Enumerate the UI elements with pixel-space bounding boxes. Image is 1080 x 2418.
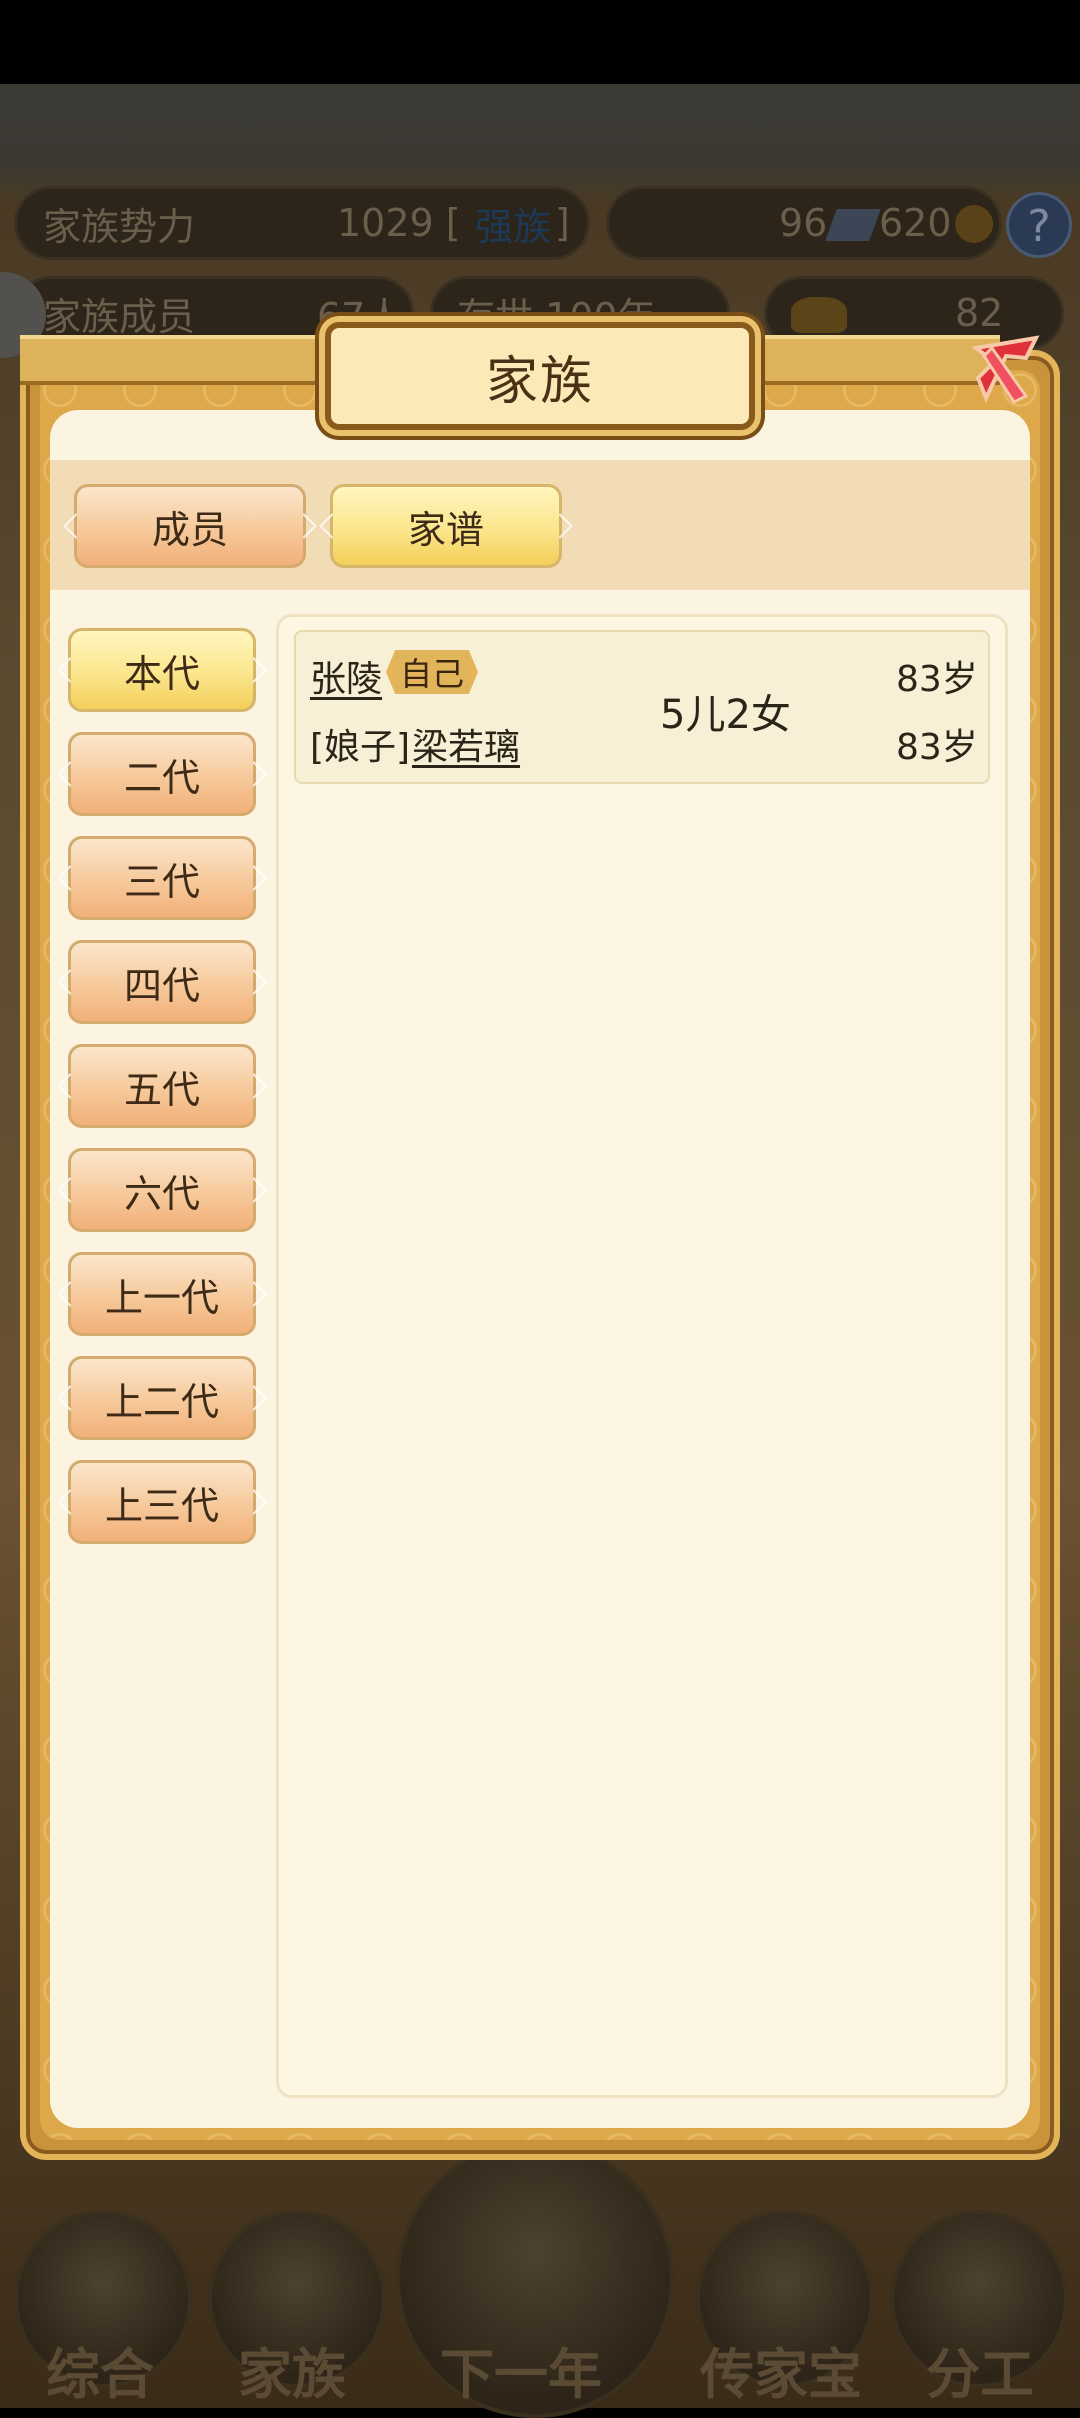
children-count: 5儿2女 <box>660 692 791 738</box>
coin-icon <box>955 205 993 243</box>
tab-members-label: 成员 <box>151 507 228 552</box>
tab-genealogy-label: 家谱 <box>407 507 484 552</box>
nav-division-label: 分工 <box>926 2342 1034 2406</box>
nav-family-label: 家族 <box>238 2342 346 2406</box>
currency-2-value: 620 <box>879 201 952 245</box>
generation-label: 六代 <box>123 1171 200 1216</box>
generation-label: 四代 <box>123 963 200 1008</box>
members-label: 家族成员 <box>43 294 196 339</box>
status-bar <box>0 0 1080 84</box>
nav-heirloom-label: 传家宝 <box>700 2342 862 2406</box>
generation-label: 二代 <box>123 755 200 800</box>
member-age: 83岁 <box>896 659 978 700</box>
family-power-close: ] <box>555 201 570 245</box>
generation-button-prev-3[interactable]: 上三代 <box>68 1460 256 1544</box>
tab-members[interactable]: 成员 <box>74 484 306 568</box>
family-power-value: 1029 [ <box>337 201 461 245</box>
spouse-prefix: [娘子] <box>310 727 411 768</box>
currency-1-value: 96 <box>779 201 828 245</box>
generation-button-6[interactable]: 六代 <box>68 1148 256 1232</box>
generation-label: 上一代 <box>104 1275 219 1320</box>
generation-button-4[interactable]: 四代 <box>68 940 256 1024</box>
silver-icon <box>825 209 881 241</box>
generation-button-prev-1[interactable]: 上一代 <box>68 1252 256 1336</box>
self-badge: 自己 <box>386 650 478 694</box>
dialog-title: 家族 <box>485 351 594 412</box>
generation-label: 五代 <box>123 1067 200 1112</box>
member-name-link[interactable]: 张陵 <box>310 650 382 702</box>
tab-genealogy[interactable]: 家谱 <box>330 484 562 568</box>
spouse-age: 83岁 <box>896 727 978 768</box>
generation-button-current[interactable]: 本代 <box>68 628 256 712</box>
generation-button-2[interactable]: 二代 <box>68 732 256 816</box>
generation-button-3[interactable]: 三代 <box>68 836 256 920</box>
self-badge-label: 自己 <box>399 655 464 693</box>
currency-panel: 96 620 <box>606 186 1002 260</box>
gold-ingot-icon <box>791 297 847 333</box>
generation-label: 上二代 <box>104 1379 219 1424</box>
nav-next-year-label: 下一年 <box>440 2342 602 2406</box>
family-power-rank: 强族 <box>475 204 552 249</box>
genealogy-list-panel <box>276 614 1008 2098</box>
generation-label: 三代 <box>123 859 200 904</box>
generation-button-5[interactable]: 五代 <box>68 1044 256 1128</box>
generation-label: 本代 <box>123 651 200 696</box>
generation-button-prev-2[interactable]: 上二代 <box>68 1356 256 1440</box>
close-icon <box>971 335 1040 404</box>
family-power-label: 家族势力 <box>43 204 196 249</box>
nav-general-label: 综合 <box>46 2342 154 2406</box>
spouse-name-link[interactable]: 梁若璃 <box>412 718 520 770</box>
close-button[interactable] <box>956 318 1056 418</box>
title-wing-left <box>20 335 330 385</box>
dialog-title-plaque: 家族 <box>325 322 755 430</box>
family-power-panel: 家族势力 1029 [ 强族 ] <box>14 186 590 260</box>
generation-label: 上三代 <box>104 1483 219 1528</box>
help-icon[interactable]: ? <box>1006 192 1072 258</box>
